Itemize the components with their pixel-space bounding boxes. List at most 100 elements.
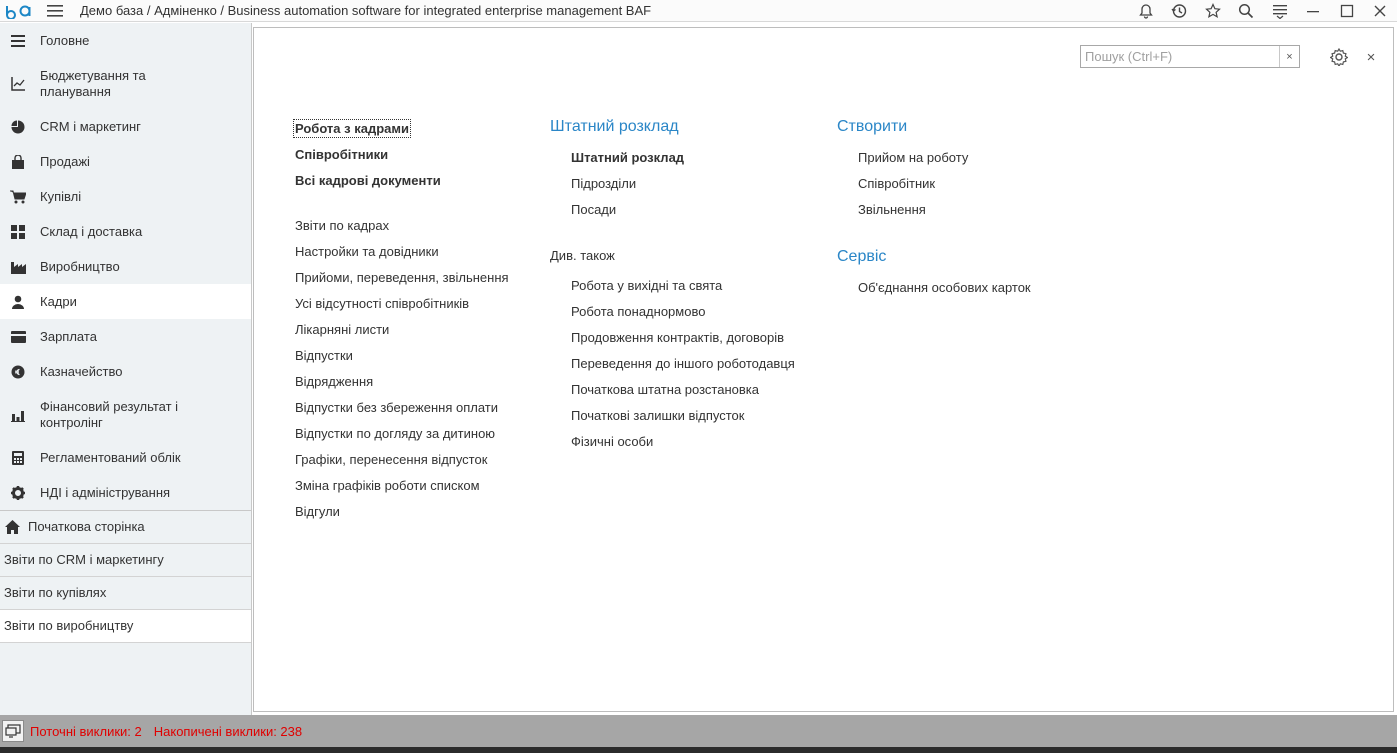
search-input[interactable]	[1081, 46, 1279, 67]
link-create-dismissal[interactable]: Звільнення	[858, 202, 926, 217]
open-window-home[interactable]: Початкова сторінка	[0, 511, 251, 544]
title-bar: Демо база / Адміненко / Business automat…	[0, 0, 1397, 22]
currency-icon	[10, 364, 26, 380]
open-window-crm-reports[interactable]: Звіти по CRM і маркетингу	[0, 544, 251, 577]
sidebar-item-label: Фінансовий результат і контролінг	[40, 398, 179, 430]
open-window-production-reports[interactable]: Звіти по виробництву	[0, 610, 251, 643]
link-staffing-table[interactable]: Штатний розклад	[571, 150, 684, 165]
search-icon[interactable]	[1230, 0, 1264, 22]
gear-icon	[10, 485, 26, 501]
link-time-off[interactable]: Відгули	[295, 504, 340, 519]
link-work-schedule-change[interactable]: Зміна графіків роботи списком	[295, 478, 480, 493]
sidebar-item-regulated-accounting[interactable]: Регламентований облік	[0, 440, 251, 475]
link-create-hiring[interactable]: Прийом на роботу	[858, 150, 968, 165]
link-contract-extension[interactable]: Продовження контрактів, договорів	[571, 330, 784, 345]
close-icon[interactable]	[1364, 0, 1397, 22]
link-unpaid-leaves[interactable]: Відпустки без збереження оплати	[295, 400, 498, 415]
bottom-strip	[0, 747, 1397, 753]
bell-icon[interactable]	[1129, 0, 1163, 22]
monitor-icon[interactable]	[2, 720, 24, 742]
link-employees[interactable]: Співробітники	[295, 147, 388, 162]
sidebar-item-label: Бюджетування та планування	[40, 67, 146, 99]
home-icon	[4, 519, 20, 535]
link-merge-personal-cards[interactable]: Об'єднання особових карток	[858, 280, 1031, 295]
sidebar-item-crm[interactable]: CRM і маркетинг	[0, 109, 251, 144]
section-title-create: Створити	[837, 118, 908, 135]
section-panel: × × Робота з кадрами Співробітники Всі к…	[253, 27, 1394, 712]
total-calls-counter: Накопичені виклики: 238	[153, 723, 303, 739]
sidebar-item-warehouse[interactable]: Склад і доставка	[0, 214, 251, 249]
link-hr-work[interactable]: Робота з кадрами	[293, 119, 411, 138]
sidebar-item-label: Склад і доставка	[40, 223, 143, 239]
wallet-icon	[10, 329, 26, 345]
panel-settings-gear-icon[interactable]	[1329, 47, 1349, 67]
sidebar-item-production[interactable]: Виробництво	[0, 249, 251, 284]
sidebar-item-salary[interactable]: Зарплата	[0, 319, 251, 354]
sidebar-item-hr[interactable]: Кадри	[0, 284, 251, 319]
status-bar: Поточні виклики: 2 Накопичені виклики: 2…	[0, 715, 1397, 747]
sidebar-item-label: Зарплата	[40, 328, 97, 344]
link-hr-reports[interactable]: Звіти по кадрах	[295, 218, 389, 233]
link-all-absences[interactable]: Усі відсутності співробітників	[295, 296, 469, 311]
link-settings-directories[interactable]: Настройки та довідники	[295, 244, 439, 259]
current-calls-counter: Поточні виклики: 2	[30, 723, 142, 739]
sidebar-item-label: Головне	[40, 32, 90, 48]
settings-menu-icon[interactable]	[1263, 0, 1297, 22]
cart-icon	[10, 189, 26, 205]
open-window-label: Звіти по виробництву	[4, 618, 134, 633]
shopping-bag-icon	[10, 154, 26, 170]
sidebar-item-label: Купівлі	[40, 188, 82, 204]
link-vacation-schedules[interactable]: Графіки, перенесення відпусток	[295, 452, 487, 467]
link-sick-leaves[interactable]: Лікарняні листи	[295, 322, 389, 337]
search-clear-button[interactable]: ×	[1279, 46, 1299, 67]
sidebar-item-finance[interactable]: Фінансовий результат і контролінг	[0, 389, 251, 440]
see-also-label: Див. також	[550, 248, 615, 263]
sections-sidebar: Головне Бюджетування та планування CRM і…	[0, 23, 252, 715]
app-logo-icon[interactable]	[0, 0, 40, 22]
sidebar-item-label: Кадри	[40, 293, 77, 309]
panel-close-button[interactable]: ×	[1361, 47, 1381, 67]
open-window-purchase-reports[interactable]: Звіти по купівлях	[0, 577, 251, 610]
open-window-label: Звіти по CRM і маркетингу	[4, 552, 164, 567]
menu-lines-icon	[10, 33, 26, 49]
link-hiring-transfers[interactable]: Прийоми, переведення, звільнення	[295, 270, 509, 285]
sidebar-item-label: Виробництво	[40, 258, 120, 274]
link-business-trips[interactable]: Відрядження	[295, 374, 373, 389]
sidebar-item-main[interactable]: Головне	[0, 23, 251, 58]
sidebar-item-sales[interactable]: Продажі	[0, 144, 251, 179]
chart-axis-icon	[10, 76, 26, 92]
sidebar-item-label: НДІ і адміністрування	[40, 484, 171, 500]
link-initial-staffing[interactable]: Початкова штатна розстановка	[571, 382, 759, 397]
link-positions[interactable]: Посади	[571, 202, 616, 217]
person-icon	[10, 294, 26, 310]
link-vacations[interactable]: Відпустки	[295, 348, 353, 363]
link-all-hr-documents[interactable]: Всі кадрові документи	[295, 173, 441, 188]
grid-icon	[10, 224, 26, 240]
maximize-icon[interactable]	[1330, 0, 1364, 22]
factory-icon	[10, 259, 26, 275]
link-initial-vacation-balances[interactable]: Початкові залишки відпусток	[571, 408, 744, 423]
window-title: Демо база / Адміненко / Business automat…	[80, 3, 652, 18]
main-menu-icon[interactable]	[40, 0, 70, 22]
link-create-employee[interactable]: Співробітник	[858, 176, 935, 191]
sidebar-item-label: Продажі	[40, 153, 90, 169]
search-box: ×	[1080, 45, 1300, 68]
link-individuals[interactable]: Фізичні особи	[571, 434, 653, 449]
link-overtime[interactable]: Робота понаднормово	[571, 304, 705, 319]
star-icon[interactable]	[1196, 0, 1230, 22]
sidebar-item-label: CRM і маркетинг	[40, 118, 141, 134]
open-window-label: Початкова сторінка	[28, 519, 145, 534]
sidebar-item-purchases[interactable]: Купівлі	[0, 179, 251, 214]
link-departments[interactable]: Підрозділи	[571, 176, 636, 191]
sidebar-item-budgeting[interactable]: Бюджетування та планування	[0, 58, 251, 109]
section-title-service: Сервіс	[837, 248, 887, 265]
link-employer-transfer[interactable]: Переведення до іншого роботодавця	[571, 356, 795, 371]
sidebar-item-treasury[interactable]: Казначейство	[0, 354, 251, 389]
link-childcare-leaves[interactable]: Відпустки по догляду за дитиною	[295, 426, 495, 441]
minimize-icon[interactable]	[1297, 0, 1331, 22]
sidebar-item-admin[interactable]: НДІ і адміністрування	[0, 475, 251, 510]
history-icon[interactable]	[1163, 0, 1197, 22]
sidebar-item-label: Казначейство	[40, 363, 123, 379]
link-holiday-work[interactable]: Робота у вихідні та свята	[571, 278, 722, 293]
bar-chart-icon	[10, 407, 26, 423]
